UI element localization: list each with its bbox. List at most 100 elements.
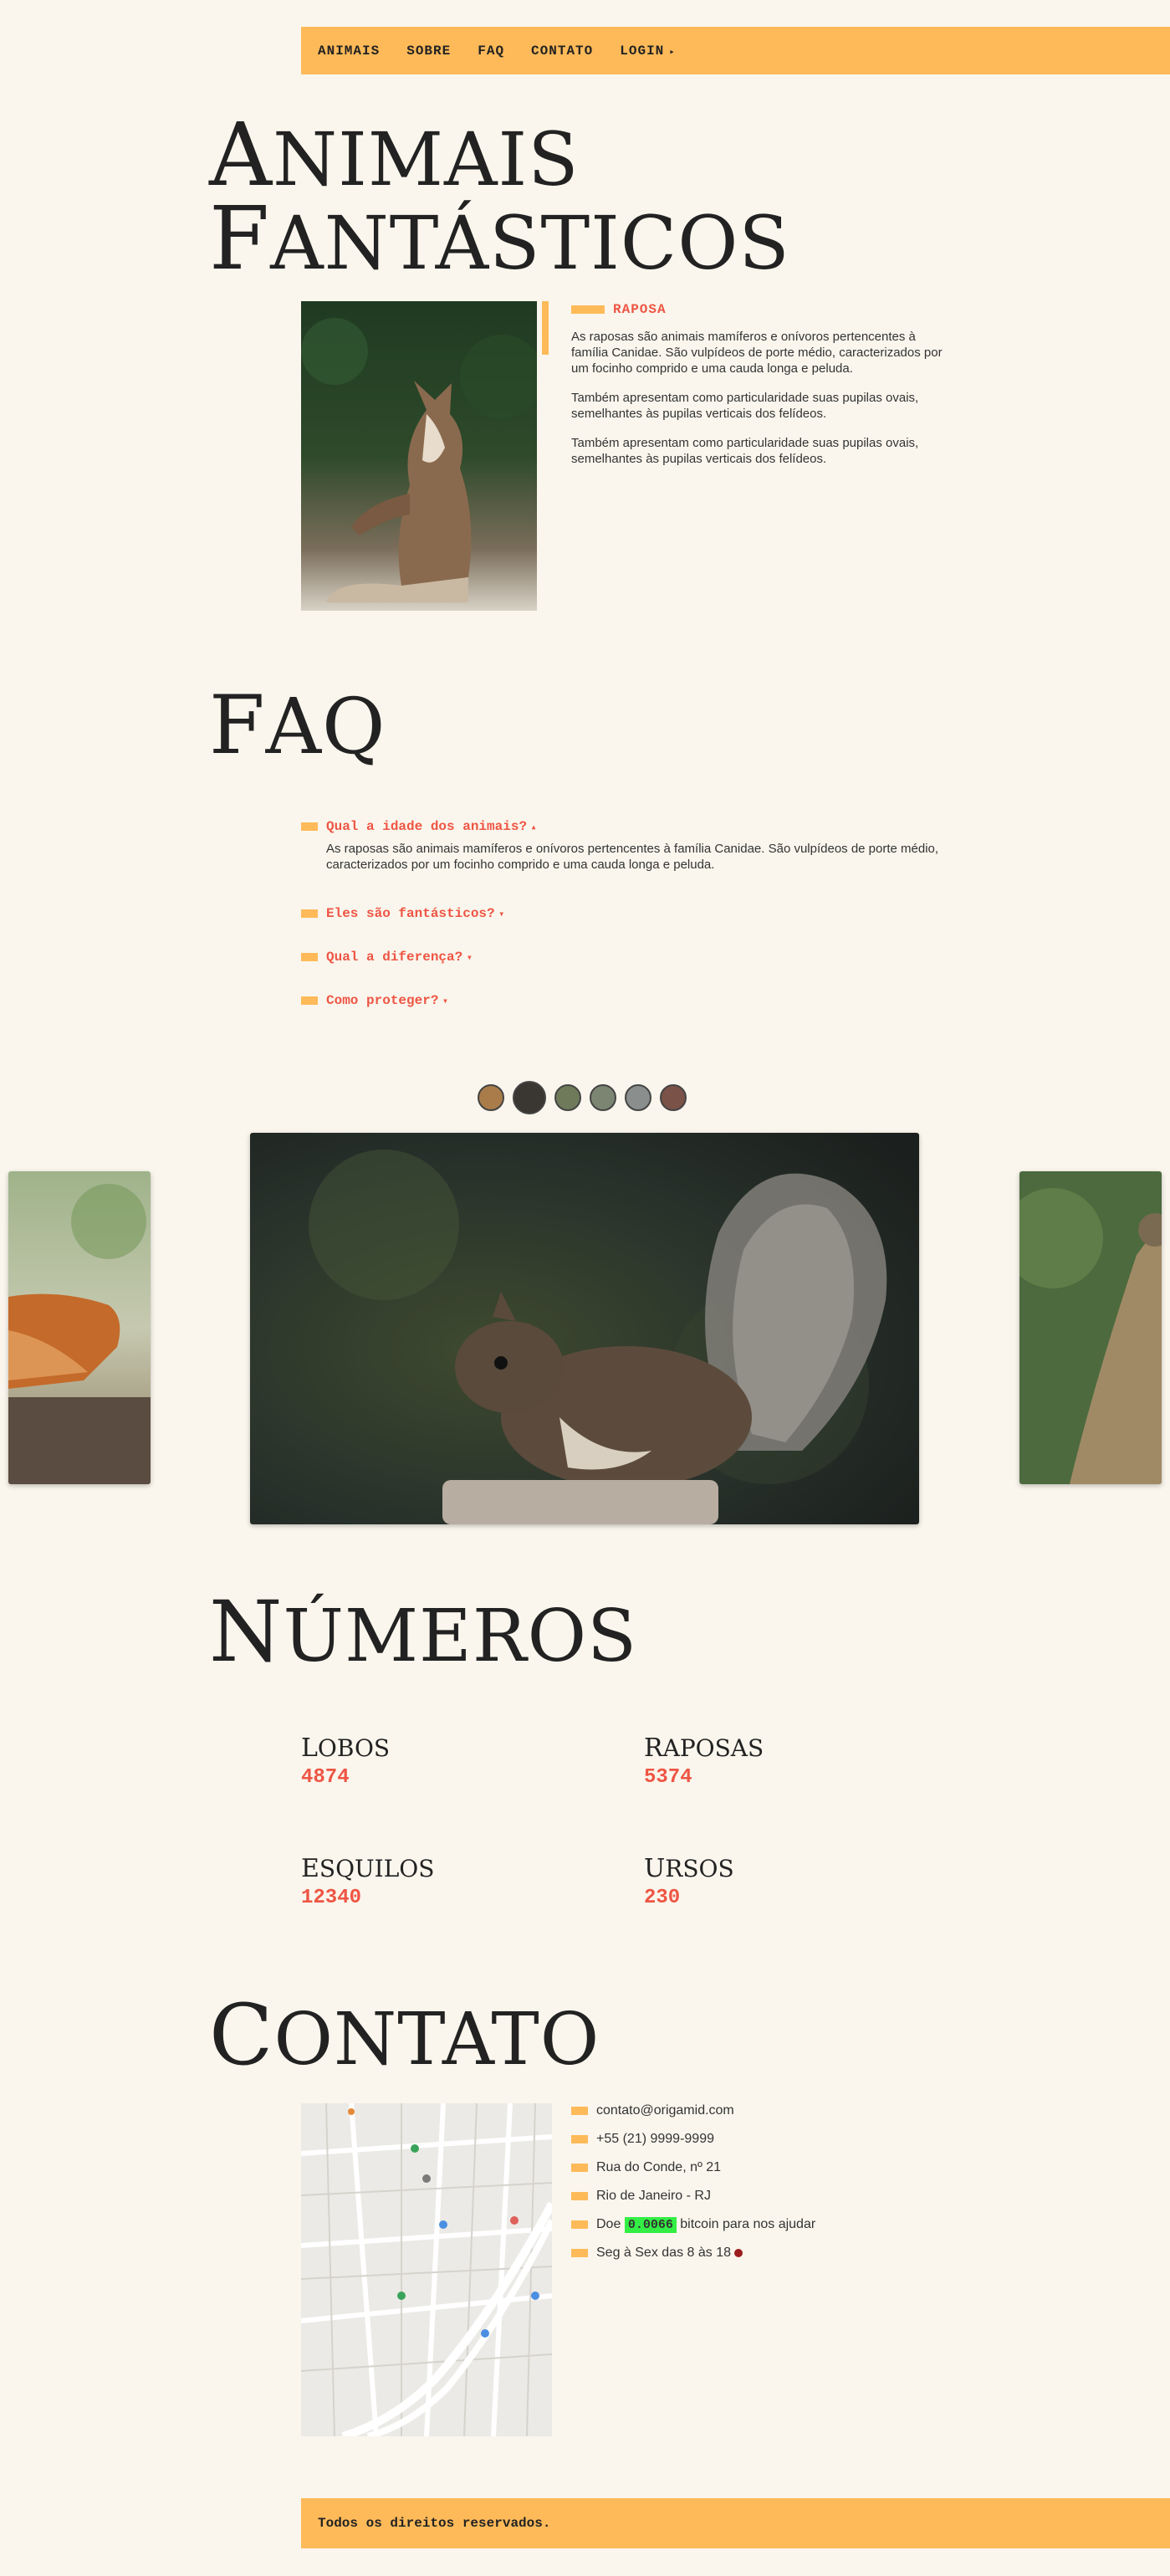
faq-question-text: Eles são fantásticos? — [326, 906, 495, 921]
slide-thumb[interactable] — [660, 1084, 687, 1111]
caret-down-icon: ▾ — [466, 952, 473, 964]
stat-label-initial: L — [301, 1734, 318, 1763]
stat-label: ESQUILOS — [301, 1854, 434, 1883]
animal-paragraph: Também apresentam como particularidade s… — [571, 391, 919, 421]
dash-icon — [301, 996, 318, 1005]
contact-email[interactable]: contato@origamid.com — [571, 2102, 989, 2131]
caret-down-icon: ▾ — [442, 996, 449, 1007]
faq-title-rest: AQ — [265, 682, 386, 771]
contact-city-text: Rio de Janeiro - RJ — [596, 2189, 711, 2203]
contact-email-text: contato@origamid.com — [596, 2103, 734, 2118]
dash-icon — [301, 822, 318, 831]
title-line1-rest: NIMAIS — [273, 116, 580, 202]
menu-item-sobre[interactable]: SOBRE — [406, 44, 451, 59]
contact-hours-text: Seg à Sex das 8 às 18 — [596, 2246, 731, 2260]
stat-label-rest: SQUILOS — [319, 1855, 435, 1882]
faq-question[interactable]: Como proteger? ▾ — [301, 993, 953, 1008]
title-line2-rest: ANTÁSTICOS — [270, 200, 790, 286]
map[interactable] — [301, 2103, 552, 2436]
title-line2-initial: F — [209, 187, 271, 289]
stat-raposas: RAPOSAS 5374 — [644, 1734, 764, 1789]
faq-item: Como proteger? ▾ — [301, 993, 953, 1037]
numeros-title: NÚMEROS — [209, 1590, 637, 1678]
contact-address: Rua do Conde, nº 21 — [571, 2159, 989, 2188]
faq-item: Qual a idade dos animais? ▴ As raposas s… — [301, 819, 953, 872]
stat-label: LOBOS — [301, 1734, 390, 1763]
fox-photo[interactable] — [301, 301, 537, 611]
faq-answer: As raposas são animais mamíferos e onívo… — [326, 842, 939, 872]
donate-prefix: Doe — [596, 2217, 621, 2231]
dash-icon — [571, 2248, 588, 2257]
animal-paragraph: As raposas são animais mamíferos e onívo… — [571, 330, 943, 376]
contact-phone-text: +55 (21) 9999-9999 — [596, 2132, 714, 2146]
dash-icon — [571, 2163, 588, 2172]
contact-phone[interactable]: +55 (21) 9999-9999 — [571, 2131, 989, 2159]
faq-question[interactable]: Eles são fantásticos? ▾ — [301, 906, 953, 921]
faq-question-text: Qual a idade dos animais? — [326, 819, 528, 834]
slide-thumb[interactable] — [478, 1084, 504, 1111]
faq-question[interactable]: Qual a diferença? ▾ — [301, 950, 953, 965]
menu-item-login-label: LOGIN — [620, 43, 665, 59]
contato-title: CONTATO — [209, 1994, 600, 2082]
contact-address-text: Rua do Conde, nº 21 — [596, 2160, 722, 2174]
contact-info: contato@origamid.com +55 (21) 9999-9999 … — [571, 2102, 989, 2273]
status-dot-icon — [734, 2248, 743, 2257]
animal-description: RAPOSA As raposas são animais mamíferos … — [571, 302, 952, 480]
stat-esquilos: ESQUILOS 12340 — [301, 1854, 434, 1909]
contato-title-rest: ONTATO — [273, 1998, 600, 2082]
stat-label: RAPOSAS — [644, 1734, 764, 1763]
menu-item-login[interactable]: LOGIN ▸ — [620, 44, 676, 59]
accent-bar — [542, 301, 549, 355]
faq-title: FAQ — [209, 685, 386, 766]
stat-label-rest: RSOS — [665, 1855, 734, 1882]
numeros-title-rest: ÚMEROS — [283, 1595, 637, 1678]
caret-down-icon: ▾ — [498, 909, 505, 920]
stat-value: 12340 — [301, 1887, 362, 1909]
main-menu: ANIMAIS SOBRE FAQ CONTATO LOGIN ▸ — [301, 27, 1170, 74]
stat-label-rest: APOSAS — [662, 1734, 764, 1762]
contact-hours: Seg à Sex das 8 às 18 — [571, 2245, 989, 2273]
slide-next[interactable] — [1019, 1171, 1162, 1484]
contact-donate: Doe 0.0066 bitcoin para nos ajudar — [571, 2216, 989, 2245]
dash-icon — [571, 2191, 588, 2200]
stat-label-initial: U — [644, 1854, 666, 1883]
menu-item-animais[interactable]: ANIMAIS — [318, 44, 380, 59]
dash-icon — [571, 2106, 588, 2115]
animal-heading: RAPOSA — [571, 302, 952, 317]
slide-thumb[interactable] — [590, 1084, 616, 1111]
stat-ursos: URSOS 230 — [644, 1854, 734, 1909]
faq-item: Eles são fantásticos? ▾ — [301, 906, 953, 950]
contato-title-initial: C — [209, 1986, 274, 2084]
donate-suffix: bitcoin para nos ajudar — [680, 2217, 816, 2231]
contact-city: Rio de Janeiro - RJ — [571, 2188, 989, 2216]
footer-text: Todos os direitos reservados. — [318, 2516, 551, 2531]
dash-icon — [301, 909, 318, 918]
slide-thumb[interactable] — [554, 1084, 581, 1111]
slide-thumb-active[interactable] — [513, 1081, 546, 1114]
faq-question-text: Qual a diferença? — [326, 950, 463, 965]
faq-question-text: Como proteger? — [326, 993, 439, 1008]
animal-name: RAPOSA — [613, 302, 667, 317]
slide-prev[interactable] — [8, 1171, 151, 1484]
slide-current[interactable] — [250, 1133, 919, 1524]
stat-label-initial: R — [644, 1734, 663, 1763]
play-triangle-icon: ▸ — [669, 47, 676, 58]
stat-value: 4874 — [301, 1766, 350, 1789]
stat-value: 230 — [644, 1887, 681, 1909]
faq-question[interactable]: Qual a idade dos animais? ▴ — [301, 819, 953, 834]
menu-item-contato[interactable]: CONTATO — [531, 44, 593, 59]
slide-thumb[interactable] — [625, 1084, 651, 1111]
menu-item-faq[interactable]: FAQ — [478, 44, 504, 59]
faq-list: Qual a idade dos animais? ▴ As raposas s… — [301, 819, 953, 1037]
stat-value: 5374 — [644, 1766, 692, 1789]
page-title: ANIMAIS FANTÁSTICOS — [209, 111, 790, 286]
dash-icon — [571, 2220, 588, 2229]
dash-icon — [571, 2134, 588, 2143]
animal-paragraph: Também apresentam como particularidade s… — [571, 436, 919, 466]
animal-text: As raposas são animais mamíferos e onívo… — [571, 329, 952, 467]
stat-label-initial: E — [301, 1854, 319, 1883]
numeros-title-initial: N — [209, 1583, 284, 1681]
faq-item: Qual a diferença? ▾ — [301, 950, 953, 993]
slide-nav — [478, 1081, 687, 1114]
dash-icon — [571, 305, 605, 314]
